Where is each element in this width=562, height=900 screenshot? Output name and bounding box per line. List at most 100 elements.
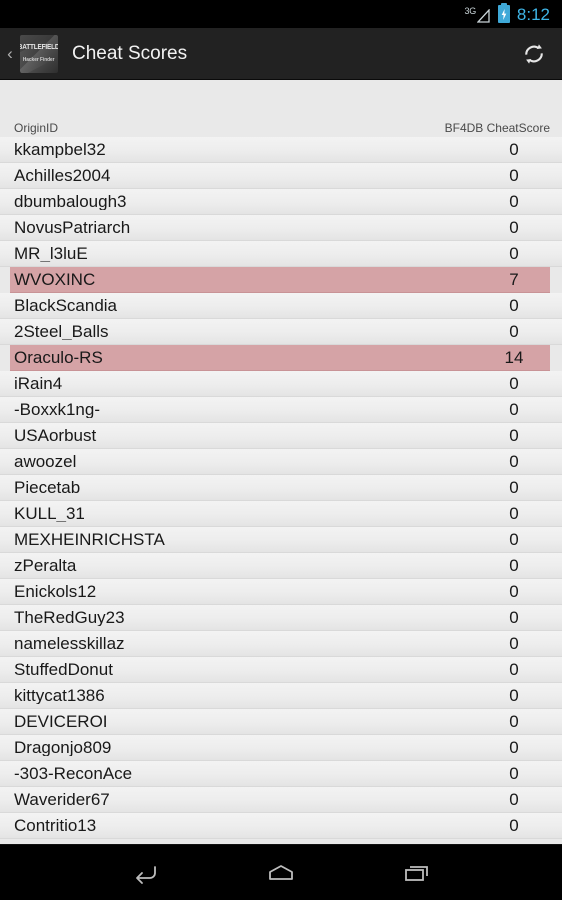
cell-cheat-score: 0	[509, 192, 519, 211]
cell-origin-id: MEXHEINRICHSTA	[14, 531, 165, 548]
table-row[interactable]: DEVICEROI 0	[0, 709, 562, 735]
cell-cheat-score: 0	[509, 426, 519, 445]
table-row[interactable]: MEXHEINRICHSTA 0	[0, 527, 562, 553]
cell-cheat-score: 0	[509, 140, 519, 159]
cell-cheat-score: 0	[509, 790, 519, 809]
refresh-icon	[521, 41, 547, 67]
cell-origin-id: Contritio13	[14, 817, 97, 834]
cell-cheat-score: 0	[509, 322, 519, 341]
cell-cheat-score: 0	[509, 218, 519, 237]
table-row[interactable]: WVOXINC 7	[10, 267, 550, 293]
cell-origin-id: KULL_31	[14, 505, 85, 522]
cell-origin-id: -303-ReconAce	[14, 765, 133, 782]
cell-origin-id: StuffedDonut	[14, 661, 113, 678]
battery-charging-icon	[497, 3, 510, 23]
table-row[interactable]: USAorbust 0	[0, 423, 562, 449]
cell-cheat-score: 0	[509, 374, 519, 393]
cell-cheat-score: 7	[509, 270, 519, 289]
status-bar-clock: 8:12	[516, 4, 550, 24]
table-row[interactable]: dbumbalough3 0	[0, 189, 562, 215]
status-bar-right: 3G 8:12	[464, 3, 550, 24]
table-row[interactable]: Achilles2004 0	[0, 163, 562, 189]
cell-origin-id: Piecetab	[14, 479, 81, 496]
recents-icon	[402, 861, 432, 885]
table-row[interactable]: zPeralta 0	[0, 553, 562, 579]
cell-origin-id: iRain4	[14, 375, 63, 392]
refresh-button[interactable]	[506, 28, 562, 80]
cell-origin-id: Enickols12	[14, 583, 97, 600]
cell-origin-id: DEVICEROI	[14, 713, 108, 730]
cell-origin-id: USAorbust	[14, 427, 97, 444]
cell-cheat-score: 0	[509, 634, 519, 653]
cell-cheat-score: 0	[509, 608, 519, 627]
app-logo-line1: BATTLEFIELD	[20, 44, 58, 51]
table-row[interactable]: -Boxxk1ng- 0	[0, 397, 562, 423]
up-back-caret-icon[interactable]: ‹	[2, 45, 18, 62]
cell-cheat-score: 0	[509, 504, 519, 523]
cell-cheat-score: 0	[509, 686, 519, 705]
cell-origin-id: WVOXINC	[14, 271, 96, 288]
android-navigation-bar	[0, 844, 562, 900]
table-header: OriginID BF4DB CheatScore	[0, 80, 562, 137]
table-row[interactable]: Dragonjo809 0	[0, 735, 562, 761]
table-row[interactable]: NovusPatriarch 0	[0, 215, 562, 241]
cell-origin-id: BlackScandia	[14, 297, 118, 314]
app-logo-icon[interactable]: BATTLEFIELD Hacker Finder	[20, 34, 58, 73]
table-row[interactable]: Piecetab 0	[0, 475, 562, 501]
table-row[interactable]: 2Steel_Balls 0	[0, 319, 562, 345]
table-row[interactable]: namelesskillaz 0	[0, 631, 562, 657]
cell-cheat-score: 0	[509, 712, 519, 731]
table-row[interactable]: kittycat1386 0	[0, 683, 562, 709]
home-icon	[265, 861, 297, 885]
cell-cheat-score: 0	[509, 764, 519, 783]
table-row[interactable]: Oraculo-RS 14	[10, 345, 550, 371]
cell-cheat-score: 0	[509, 556, 519, 575]
nav-recents-button[interactable]	[391, 849, 443, 897]
page-title: Cheat Scores	[72, 43, 188, 64]
network-type-label: 3G	[464, 6, 477, 16]
table-row[interactable]: StuffedDonut 0	[0, 657, 562, 683]
app-logo-line2: Hacker Finder	[23, 57, 55, 63]
cell-cheat-score: 0	[509, 582, 519, 601]
cell-cheat-score: 0	[509, 452, 519, 471]
cell-origin-id: namelesskillaz	[14, 635, 125, 652]
table-row[interactable]: kkampbel32 0	[0, 137, 562, 163]
table-row[interactable]: TheRedGuy23 0	[0, 605, 562, 631]
cell-origin-id: dbumbalough3	[14, 193, 127, 210]
cell-origin-id: NovusPatriarch	[14, 219, 131, 236]
cell-origin-id: Achilles2004	[14, 167, 111, 184]
cell-origin-id: zPeralta	[14, 557, 77, 574]
cell-origin-id: Waverider67	[14, 791, 110, 808]
action-bar: ‹ BATTLEFIELD Hacker Finder Cheat Scores	[0, 28, 562, 80]
table-row[interactable]: awoozel 0	[0, 449, 562, 475]
nav-back-button[interactable]	[119, 849, 171, 897]
cell-origin-id: 2Steel_Balls	[14, 323, 109, 340]
table-row[interactable]: iRain4 0	[0, 371, 562, 397]
cell-cheat-score: 0	[509, 400, 519, 419]
column-header-cheat-score: BF4DB CheatScore	[444, 121, 550, 135]
cell-cheat-score: 0	[509, 166, 519, 185]
cell-cheat-score: 0	[509, 530, 519, 549]
nav-home-button[interactable]	[255, 849, 307, 897]
table-row[interactable]: Waverider67 0	[0, 787, 562, 813]
cell-origin-id: -Boxxk1ng-	[14, 401, 100, 418]
table-body: kkampbel32 0 Achilles2004 0 dbumbalough3 0 Nov…	[0, 137, 562, 839]
table-row[interactable]: Enickols12 0	[0, 579, 562, 605]
cell-origin-id: kkampbel32	[14, 141, 106, 158]
table-row[interactable]: BlackScandia 0	[0, 293, 562, 319]
table-row[interactable]: MR_l3luE 0	[0, 241, 562, 267]
back-arrow-icon	[130, 861, 160, 885]
table-row[interactable]: Contritio13 0	[0, 813, 562, 839]
cell-origin-id: Dragonjo809	[14, 739, 112, 756]
cell-cheat-score: 0	[509, 816, 519, 835]
table-row[interactable]: KULL_31 0	[0, 501, 562, 527]
cell-origin-id: awoozel	[14, 453, 77, 470]
signal-triangle-icon	[476, 9, 491, 23]
cheat-scores-list[interactable]: OriginID BF4DB CheatScore kkampbel32 0 Ach…	[0, 80, 562, 844]
cell-cheat-score: 0	[509, 738, 519, 757]
cell-cheat-score: 0	[509, 296, 519, 315]
cell-cheat-score: 0	[509, 660, 519, 679]
cell-cheat-score: 0	[509, 478, 519, 497]
table-row[interactable]: -303-ReconAce 0	[0, 761, 562, 787]
column-header-origin-id: OriginID	[14, 121, 59, 135]
